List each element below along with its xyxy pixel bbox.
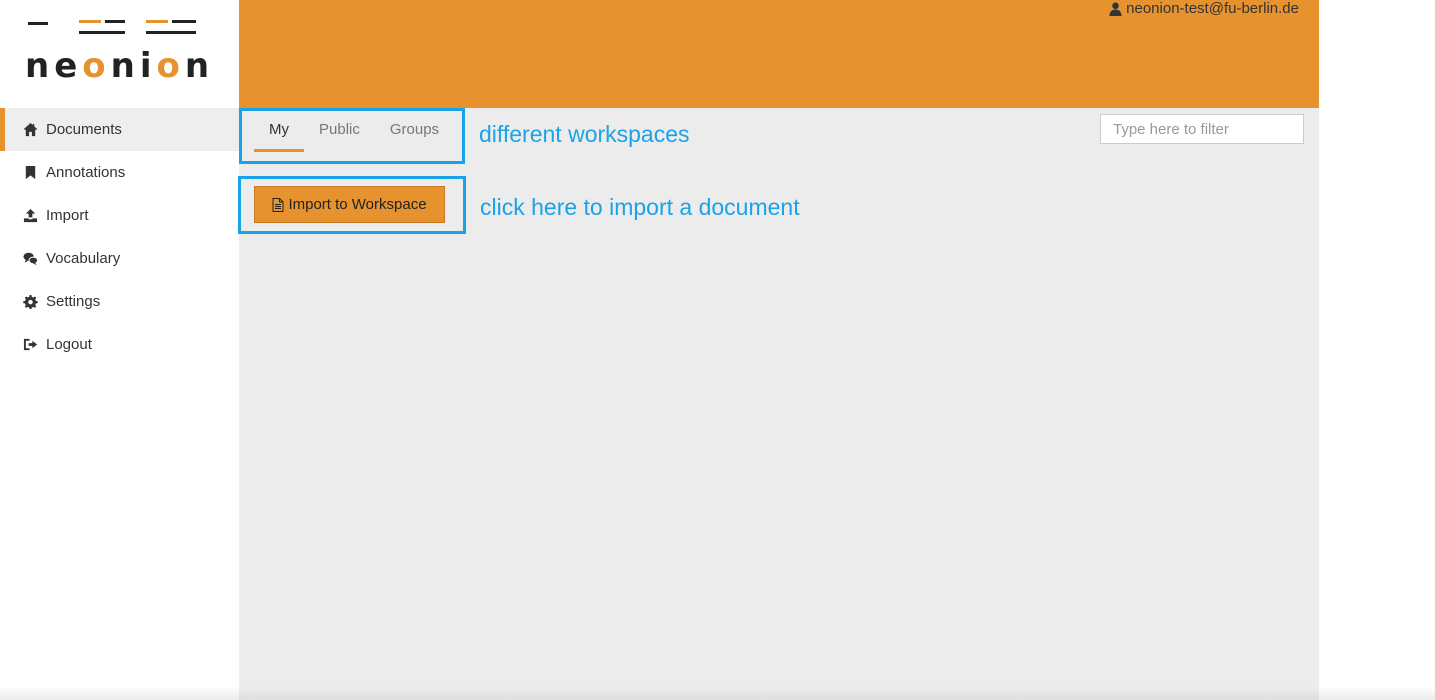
sidebar-nav: Documents Annotations Import Vocabulary … xyxy=(0,108,239,366)
sidebar-item-label: Vocabulary xyxy=(46,250,121,267)
import-highlight-box xyxy=(238,176,466,234)
sidebar-item-label: Logout xyxy=(46,336,92,353)
user-icon xyxy=(1109,2,1122,16)
top-header: neonion-test@fu-berlin.de xyxy=(239,0,1319,108)
sidebar-item-label: Settings xyxy=(46,293,101,310)
gear-icon xyxy=(22,294,38,310)
user-email: neonion-test@fu-berlin.de xyxy=(1126,0,1299,17)
neonion-logo[interactable]: neonion xyxy=(25,18,209,86)
user-menu[interactable]: neonion-test@fu-berlin.de xyxy=(1109,0,1299,17)
sidebar-item-vocabulary[interactable]: Vocabulary xyxy=(0,237,239,280)
filter-input[interactable] xyxy=(1100,114,1304,144)
home-icon xyxy=(22,122,38,138)
sidebar-item-label: Annotations xyxy=(46,164,126,181)
sidebar-item-import[interactable]: Import xyxy=(0,194,239,237)
sidebar-item-label: Documents xyxy=(46,121,122,138)
tabs-highlight-box xyxy=(239,108,465,164)
upload-icon xyxy=(22,208,38,224)
sidebar-item-settings[interactable]: Settings xyxy=(0,280,239,323)
sidebar: neonion Documents Annotations Import Voc… xyxy=(0,0,239,700)
logo-bars xyxy=(25,18,200,38)
sidebar-item-logout[interactable]: Logout xyxy=(0,323,239,366)
comments-icon xyxy=(22,251,38,267)
main-content: My Public Groups different workspaces Im… xyxy=(238,108,1319,700)
logo-text: neonion xyxy=(25,46,215,86)
bottom-shadow xyxy=(0,686,1435,700)
bookmark-icon xyxy=(22,165,38,181)
sign-out-icon xyxy=(22,337,38,353)
sidebar-item-annotations[interactable]: Annotations xyxy=(0,151,239,194)
sidebar-item-documents[interactable]: Documents xyxy=(0,108,239,151)
import-annotation: click here to import a document xyxy=(480,194,800,220)
sidebar-item-label: Import xyxy=(46,207,89,224)
tabs-annotation: different workspaces xyxy=(479,121,690,147)
